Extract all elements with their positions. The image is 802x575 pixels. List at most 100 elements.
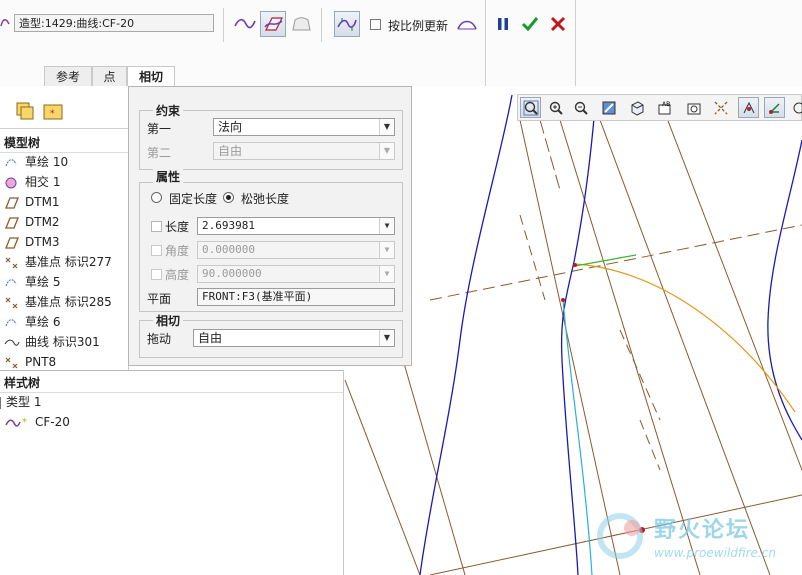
tree-item-datum-point-277[interactable]: 基准点 标识277 [4,252,112,272]
sketch-icon [5,318,17,326]
csys-display-icon [768,102,780,114]
curve-on-surface-icon [457,20,477,30]
curvature-analysis-button[interactable] [334,11,360,37]
tree-toolbar: * [0,96,128,124]
view-style-button[interactable] [626,97,647,118]
angle-label: 角度 [165,244,190,258]
free-curve-button[interactable] [232,11,258,37]
surface-curve-icon [292,17,311,31]
scale-update-checkbox[interactable] [370,19,381,30]
pause-icon [498,18,508,30]
plane-reference-field[interactable]: FRONT:F3(基准平面) [197,288,395,306]
chevron-down-icon: ▼ [379,266,394,282]
zoom-out-button[interactable] [570,97,591,118]
surface-curve-button[interactable] [288,11,314,37]
point-display-button[interactable] [738,97,759,118]
repaint-button[interactable] [598,97,619,118]
tab-references[interactable]: 参考 [44,66,92,86]
repaint-icon [602,101,615,114]
scale-update-label: 按比例更新 [388,19,449,33]
chevron-down-icon: ▼ [379,218,394,234]
refit-icon [523,100,538,115]
length-checkbox[interactable] [151,221,162,232]
sketch-icon [5,158,17,166]
chevron-down-icon: ▼ [379,242,394,258]
axis-display-icon [714,101,727,114]
graphics-toolbar: AB [517,94,802,121]
tree-item-dtm2[interactable]: DTM2 [4,212,60,232]
datum-point-icon [5,357,18,368]
layer-tree-button[interactable] [14,100,36,122]
tree-item-sketch-6[interactable]: 草绘 6 [4,312,60,332]
zoom-in-icon [549,101,563,115]
height-label: 高度 [165,268,190,282]
chevron-down-icon: ▼ [379,143,394,159]
view-style-icon [631,100,643,116]
style-tree-title: 样式树 [4,376,41,390]
svg-text:*: * [50,109,55,119]
tree-item-sketch-10[interactable]: 草绘 10 [4,152,68,172]
tree-item-dtm3[interactable]: DTM3 [4,232,60,252]
second-constraint-select[interactable]: 自由 ▼ [213,142,395,160]
fixed-length-radio[interactable] [151,192,162,203]
plane-display-button[interactable] [683,97,704,118]
saved-views-icon: AB [658,101,670,114]
feature-reference-field[interactable]: 造型:1429:曲线:CF-20 [14,14,214,32]
tree-item-pnt8[interactable]: PNT8 [4,352,56,372]
curve-on-surface-button[interactable] [454,11,480,37]
tree-item-dtm1[interactable]: DTM1 [4,192,60,212]
second-constraint-label: 第二 [147,146,172,160]
style-curve-icon: * [5,417,27,428]
close-icon [550,16,566,32]
drag-select[interactable]: 自由 ▼ [193,329,395,347]
point-display-icon [743,101,754,113]
chevron-down-icon: ▼ [379,119,394,135]
dashboard-toolbar: 造型:1429:曲线:CF-20 按比例更新 参考 点 相切 [0,0,802,87]
watermark-title: 野火论坛 [654,518,751,543]
drag-label: 拖动 [147,332,172,346]
datum-point-icon [5,257,18,268]
plane-curve-button[interactable] [260,11,286,37]
tab-tangent[interactable]: 相切 [127,66,175,87]
tangent-title: 相切 [153,312,184,329]
checkmark-icon [521,17,539,32]
pause-button[interactable] [490,11,516,37]
axis-display-button[interactable] [710,97,731,118]
tree-item-curve-301[interactable]: 曲线 标识301 [4,332,100,352]
constraint-title: 约束 [153,102,184,119]
saved-views-button[interactable]: AB [654,97,675,118]
annotation-display-button[interactable] [788,97,802,118]
style-tree-panel: 样式树 类型 1 * CF-20 [0,370,344,575]
style-tree-item-type-1[interactable]: 类型 1 [0,392,41,412]
angle-checkbox[interactable] [151,245,162,256]
ok-button[interactable] [517,11,543,37]
plane-label: 平面 [147,292,172,306]
zoom-in-button[interactable] [545,97,566,118]
relaxed-length-radio[interactable] [223,192,234,203]
tangent-panel: 约束 第一 法向 ▼ 第二 自由 ▼ 属性 固定长度 松弛长度 长度 2.69398… [128,86,412,366]
height-field[interactable]: 90.000000 ▼ [197,265,395,283]
style-tree-item-cf-20[interactable]: * CF-20 [4,412,70,432]
tab-points[interactable]: 点 [92,66,127,86]
length-label: 长度 [165,220,190,234]
free-curve-icon [234,18,256,29]
tree-item-datum-point-285[interactable]: 基准点 标识285 [4,292,112,312]
folder-icon: * [43,104,63,120]
model-tree-title: 模型树 [4,136,41,150]
tree-item-intersect-1[interactable]: 相交 1 [4,172,60,192]
svg-text:*: * [22,417,27,428]
first-constraint-select[interactable]: 法向 ▼ [213,118,395,136]
tree-item-sketch-5[interactable]: 草绘 5 [4,272,60,292]
cancel-button[interactable] [545,11,571,37]
curve-type-icon [0,19,10,27]
length-field[interactable]: 2.693981 ▼ [197,217,395,235]
csys-display-button[interactable] [764,97,785,118]
angle-field[interactable]: 0.000000 ▼ [197,241,395,259]
datum-plane-icon [5,236,19,249]
datum-plane-icon [5,196,19,209]
refit-button[interactable] [520,97,541,118]
height-checkbox[interactable] [151,269,162,280]
intersect-icon [5,177,17,188]
folder-button[interactable]: * [42,100,64,122]
watermark: 野火论坛 www.proewildfire.cn [592,506,802,575]
